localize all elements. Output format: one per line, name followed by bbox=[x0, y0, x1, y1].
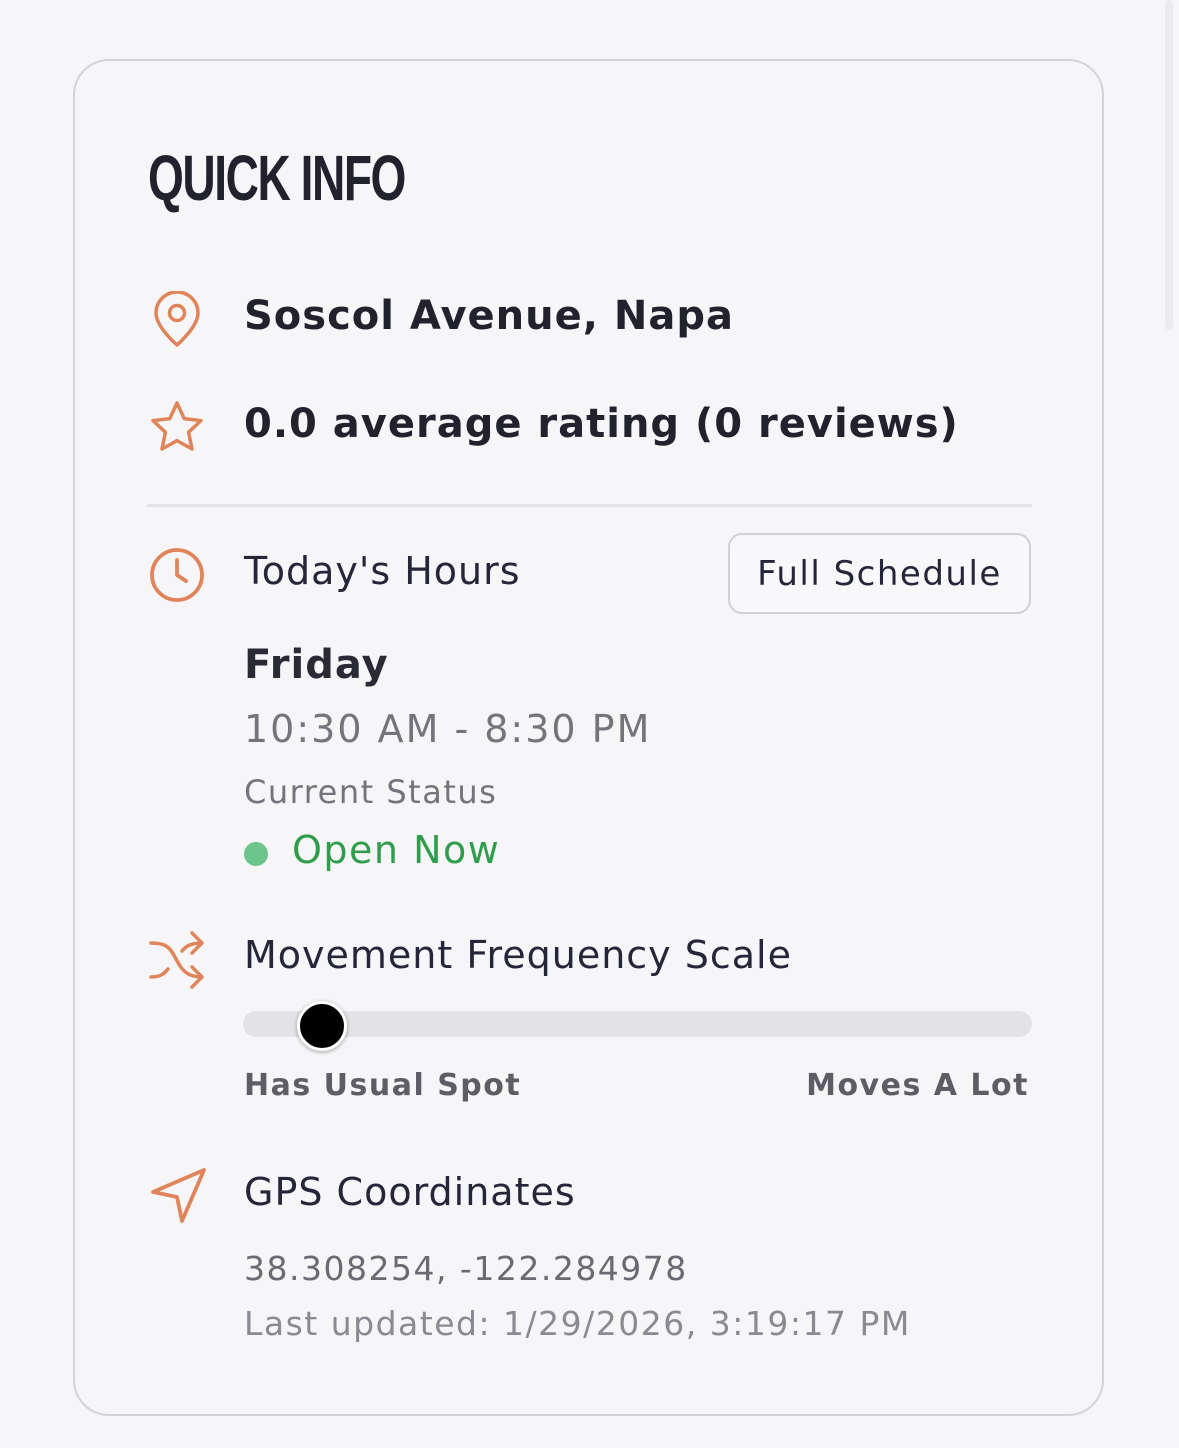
movement-slider-thumb[interactable] bbox=[296, 1001, 347, 1051]
day-name: Friday bbox=[244, 642, 389, 688]
scale-max-label: Moves A Lot bbox=[806, 1068, 1029, 1103]
scale-min-label: Has Usual Spot bbox=[244, 1068, 522, 1103]
navigation-arrow-icon bbox=[150, 1166, 208, 1224]
gps-label: GPS Coordinates bbox=[244, 1170, 576, 1214]
gps-coordinates: 38.308254, -122.284978 bbox=[244, 1249, 688, 1288]
rating-text: 0.0 average rating (0 reviews) bbox=[244, 401, 959, 447]
section-divider bbox=[147, 504, 1032, 507]
card-title: QUICK INFO bbox=[148, 142, 406, 214]
map-pin-icon bbox=[150, 291, 204, 349]
movement-slider-track[interactable] bbox=[243, 1011, 1032, 1037]
shuffle-icon bbox=[148, 931, 206, 989]
status-value: Open Now bbox=[292, 828, 501, 872]
star-icon bbox=[148, 399, 206, 455]
gps-last-updated: Last updated: 1/29/2026, 3:19:17 PM bbox=[244, 1304, 911, 1343]
hours-time-range: 10:30 AM - 8:30 PM bbox=[244, 707, 652, 751]
page-scrollbar[interactable] bbox=[1165, 0, 1173, 330]
movement-scale-label: Movement Frequency Scale bbox=[244, 933, 792, 977]
clock-icon bbox=[148, 546, 206, 604]
status-dot bbox=[244, 842, 268, 866]
todays-hours-label: Today's Hours bbox=[244, 549, 521, 593]
status-label: Current Status bbox=[244, 773, 498, 811]
location-text: Soscol Avenue, Napa bbox=[244, 293, 734, 339]
full-schedule-button[interactable]: Full Schedule bbox=[728, 533, 1031, 614]
